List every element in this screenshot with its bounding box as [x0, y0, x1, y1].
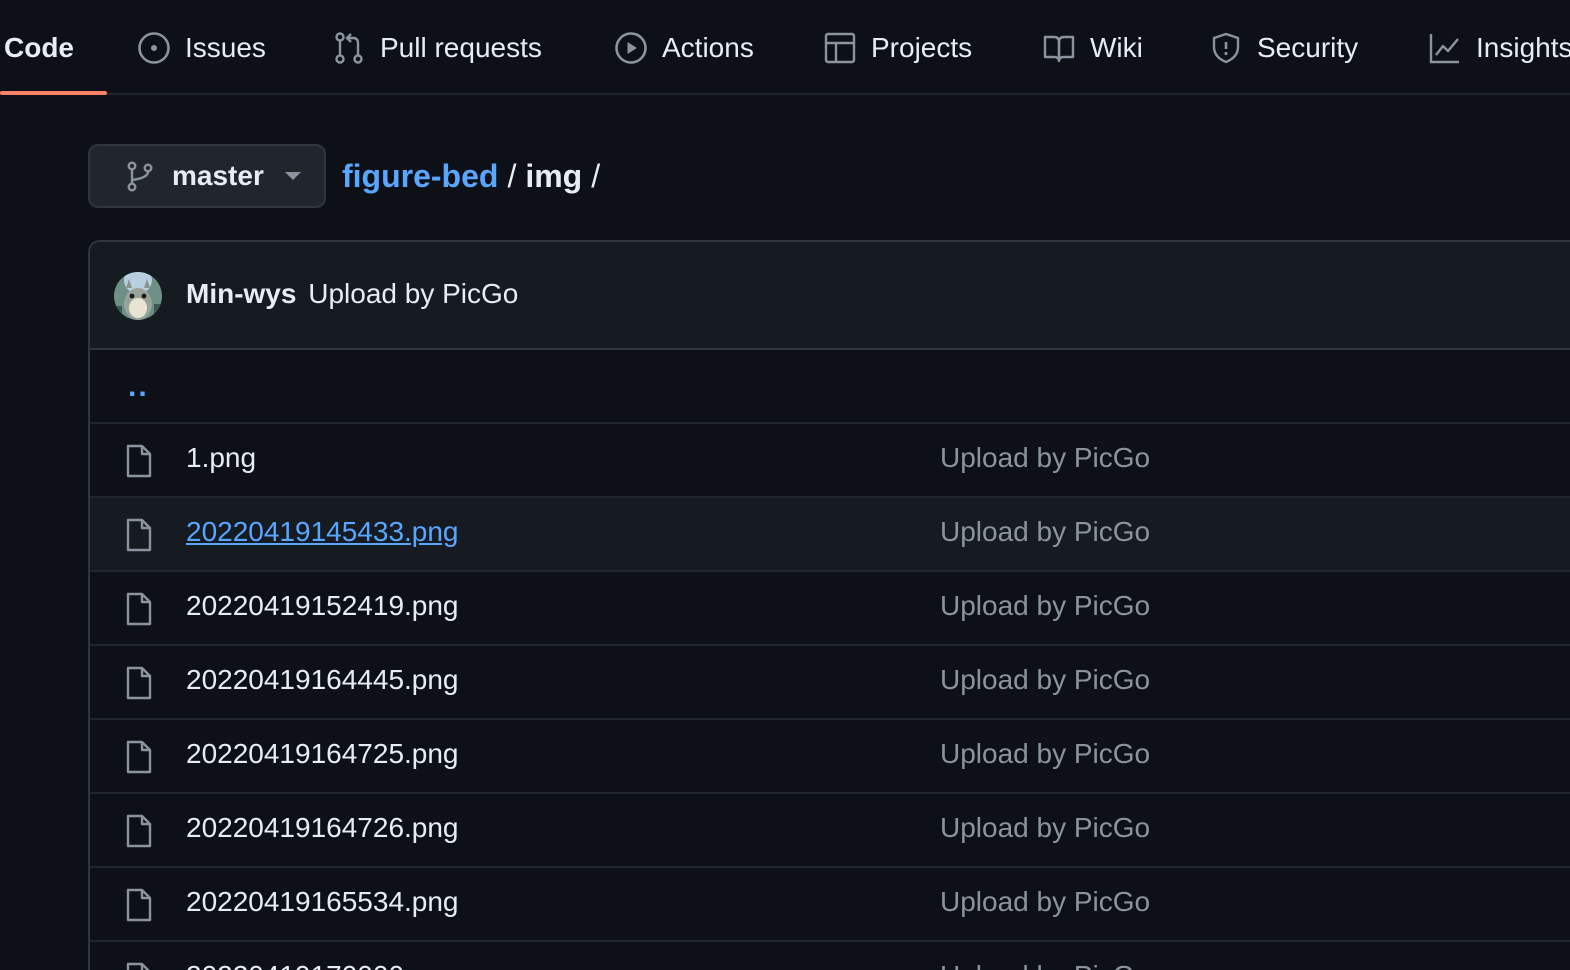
git-pull-request-icon: [335, 31, 363, 64]
tab-actions-label: Actions: [662, 31, 754, 63]
breadcrumb: figure-bed / img /: [342, 152, 609, 200]
file-row[interactable]: 20220419164726.png Upload by PicGo: [90, 794, 1570, 868]
file-name-link[interactable]: 20220419164726.png: [186, 812, 459, 844]
file-icon: [126, 740, 152, 774]
tab-insights[interactable]: Insights: [1428, 0, 1570, 95]
parent-directory-row: ..: [90, 350, 1570, 424]
file-commit-message[interactable]: Upload by PicGo: [940, 738, 1150, 770]
tab-insights-label: Insights: [1476, 31, 1570, 63]
file-row[interactable]: 20220419164445.png Upload by PicGo: [90, 646, 1570, 720]
tab-pull-requests[interactable]: Pull requests: [332, 0, 542, 95]
parent-directory-link[interactable]: ..: [128, 370, 149, 404]
file-icon: [126, 444, 152, 478]
file-icon: [126, 962, 150, 970]
branch-selector-button[interactable]: master: [88, 144, 326, 208]
file-name-link[interactable]: 20220419170000.png: [186, 960, 459, 970]
file-icon: [126, 666, 152, 700]
file-row[interactable]: 20220419170000.png Upload by PicGo: [90, 942, 1570, 970]
tab-projects[interactable]: Projects: [823, 0, 972, 95]
breadcrumb-separator: /: [507, 157, 517, 194]
breadcrumb-current-folder: img: [525, 157, 583, 194]
file-icon: [126, 814, 152, 848]
branch-name: master: [172, 160, 264, 191]
tab-actions[interactable]: Actions: [614, 0, 754, 95]
file-row[interactable]: 1.png Upload by PicGo: [90, 424, 1570, 498]
file-row[interactable]: 20220419145433.png Upload by PicGo: [90, 498, 1570, 572]
commit-message[interactable]: Upload by PicGo: [308, 278, 518, 309]
repo-nav: Code Issues Pull requests Actions Projec…: [0, 0, 1570, 95]
file-commit-message[interactable]: Upload by PicGo: [940, 886, 1150, 918]
file-commit-message[interactable]: Upload by PicGo: [940, 516, 1150, 548]
play-icon: [615, 31, 647, 64]
issue-opened-icon: [138, 31, 170, 64]
file-row[interactable]: 20220419165534.png Upload by PicGo: [90, 868, 1570, 942]
repo-page: Code Issues Pull requests Actions Projec…: [0, 0, 1570, 970]
tab-security-label: Security: [1257, 31, 1359, 63]
tab-security[interactable]: Security: [1209, 0, 1358, 95]
file-commit-message[interactable]: Upload by PicGo: [940, 664, 1150, 696]
avatar-image: [114, 272, 162, 320]
file-list-box: Min-wys Upload by PicGo .. 1.png Upload …: [88, 240, 1570, 970]
table-icon: [824, 32, 856, 63]
file-icon: [126, 518, 152, 552]
selected-tab-underline: [0, 91, 107, 95]
shield-icon: [1212, 32, 1240, 63]
file-icon: [126, 592, 152, 626]
file-name-link[interactable]: 20220419165534.png: [186, 886, 459, 918]
file-name-link[interactable]: 20220419152419.png: [186, 590, 459, 622]
breadcrumb-separator: /: [591, 157, 601, 194]
file-commit-message[interactable]: Upload by PicGo: [940, 590, 1150, 622]
file-row[interactable]: 20220419152419.png Upload by PicGo: [90, 572, 1570, 646]
book-icon: [1043, 35, 1075, 62]
tab-wiki-label: Wiki: [1090, 31, 1143, 63]
commit-author[interactable]: Min-wys: [186, 278, 296, 309]
file-name-link[interactable]: 1.png: [186, 442, 256, 474]
tab-pull-requests-label: Pull requests: [380, 31, 542, 63]
graph-icon: [1429, 33, 1459, 63]
file-name-link[interactable]: 20220419145433.png: [186, 516, 459, 548]
file-commit-message[interactable]: Upload by PicGo: [940, 812, 1150, 844]
avatar[interactable]: [114, 272, 162, 320]
file-name-link[interactable]: 20220419164445.png: [186, 664, 459, 696]
breadcrumb-repo-link[interactable]: figure-bed: [342, 158, 498, 195]
caret-down-icon: [284, 172, 301, 180]
tab-code-label: Code: [4, 31, 74, 63]
latest-commit-header: Min-wys Upload by PicGo: [90, 242, 1570, 350]
file-commit-message[interactable]: Upload by PicGo: [940, 442, 1150, 474]
tab-wiki[interactable]: Wiki: [1042, 0, 1143, 95]
git-branch-icon: [127, 161, 153, 192]
latest-commit-text: Min-wys Upload by PicGo: [186, 278, 518, 310]
file-row[interactable]: 20220419164725.png Upload by PicGo: [90, 720, 1570, 794]
file-icon: [126, 888, 152, 922]
tab-code[interactable]: Code: [4, 0, 74, 95]
tab-projects-label: Projects: [871, 31, 973, 63]
tab-issues-label: Issues: [185, 31, 266, 63]
file-commit-message[interactable]: Upload by PicGo: [940, 960, 1150, 970]
file-name-link[interactable]: 20220419164725.png: [186, 738, 459, 770]
tab-issues[interactable]: Issues: [137, 0, 266, 95]
